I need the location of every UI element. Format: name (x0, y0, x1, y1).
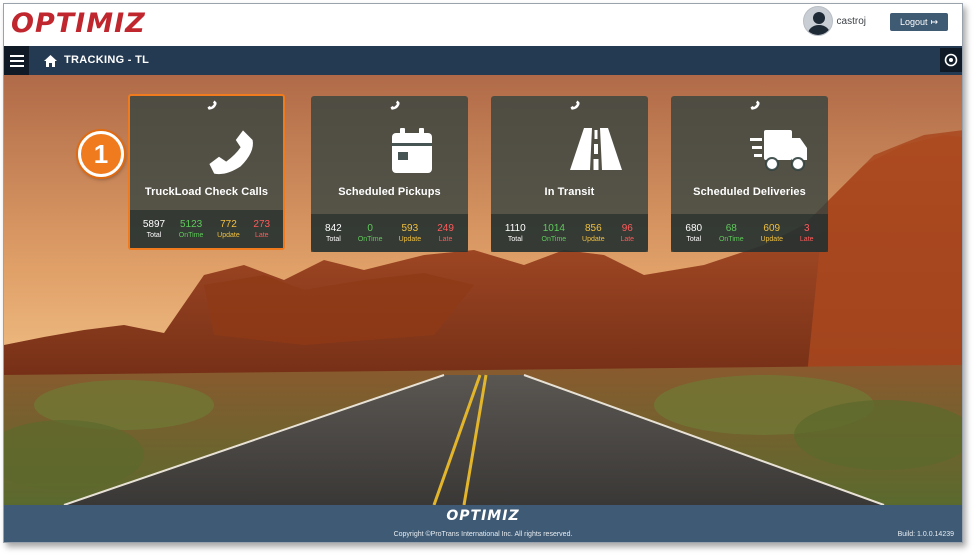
hamburger-menu-button[interactable] (4, 46, 29, 75)
stat-update[interactable]: 593 Update (399, 222, 422, 245)
page-title: TRACKING - TL (64, 54, 150, 66)
stat-total[interactable]: 5897 Total (143, 218, 165, 241)
card-title: Scheduled Pickups (338, 186, 441, 198)
app-window: OPTIMIZ castroj Logout ↦ TRACKING - TL 1… (3, 3, 963, 543)
stat-late[interactable]: 249 Late (437, 222, 454, 245)
footer: OPTIMIZ Copyright ©ProTrans Internationa… (4, 505, 962, 542)
card-stats: 680 Total 68 OnTime 609 Update 3 Late (671, 214, 828, 252)
stat-update[interactable]: 856 Update (582, 222, 605, 245)
background-scene: 1 TruckLoad Check Calls 5897 Total 5123 On… (4, 75, 962, 505)
logout-label: Logout (899, 17, 928, 27)
stat-total[interactable]: 842 Total (325, 222, 342, 245)
stat-late[interactable]: 3 Late (800, 222, 814, 245)
avatar[interactable] (802, 6, 833, 36)
stat-ontime[interactable]: 5123 OnTime (179, 218, 204, 241)
card-stats: 5897 Total 5123 OnTime 772 Update 273 Late (130, 210, 283, 248)
logout-button[interactable]: Logout ↦ (890, 13, 948, 31)
card-title: In Transit (544, 186, 595, 198)
stat-ontime[interactable]: 0 OnTime (358, 222, 383, 245)
stat-total[interactable]: 1110 Total (505, 222, 526, 245)
settings-icon[interactable] (940, 48, 962, 72)
card-in-transit[interactable]: In Transit 1110 Total 1014 OnTime 856 Updat… (491, 96, 648, 252)
username: castroj (836, 15, 866, 27)
card-truckload-check-calls[interactable]: TruckLoad Check Calls 5897 Total 5123 OnTi… (128, 94, 285, 250)
footer-logo: OPTIMIZ (446, 508, 520, 524)
nav-bar: TRACKING - TL (4, 46, 962, 75)
card-scheduled-pickups[interactable]: Scheduled Pickups 842 Total 0 OnTime 593 Up… (311, 96, 468, 252)
app-logo[interactable]: OPTIMIZ (11, 8, 146, 39)
card-scheduled-deliveries[interactable]: Scheduled Deliveries 680 Total 68 OnTime 6… (671, 96, 828, 252)
stat-total[interactable]: 680 Total (685, 222, 702, 245)
card-title: TruckLoad Check Calls (144, 186, 269, 198)
stat-ontime[interactable]: 1014 OnTime (542, 222, 567, 245)
card-title: Scheduled Deliveries (693, 186, 806, 198)
card-stats: 842 Total 0 OnTime 593 Update 249 Late (311, 214, 468, 252)
stat-update[interactable]: 609 Update (760, 222, 783, 245)
stat-ontime[interactable]: 68 OnTime (719, 222, 744, 245)
stat-late[interactable]: 273 Late (253, 218, 270, 241)
home-icon[interactable] (44, 54, 57, 72)
build-version: Build: 1.0.0.14239 (897, 531, 954, 538)
user-info: castroj (802, 6, 866, 36)
top-header: OPTIMIZ castroj Logout ↦ (4, 4, 962, 46)
stat-late[interactable]: 96 Late (620, 222, 634, 245)
copyright-text: Copyright ©ProTrans International Inc. A… (393, 531, 573, 538)
logout-icon: ↦ (930, 16, 939, 27)
card-stats: 1110 Total 1014 OnTime 856 Update 96 Late (491, 214, 648, 252)
step-badge: 1 (78, 131, 124, 177)
stat-update[interactable]: 772 Update (217, 218, 240, 241)
